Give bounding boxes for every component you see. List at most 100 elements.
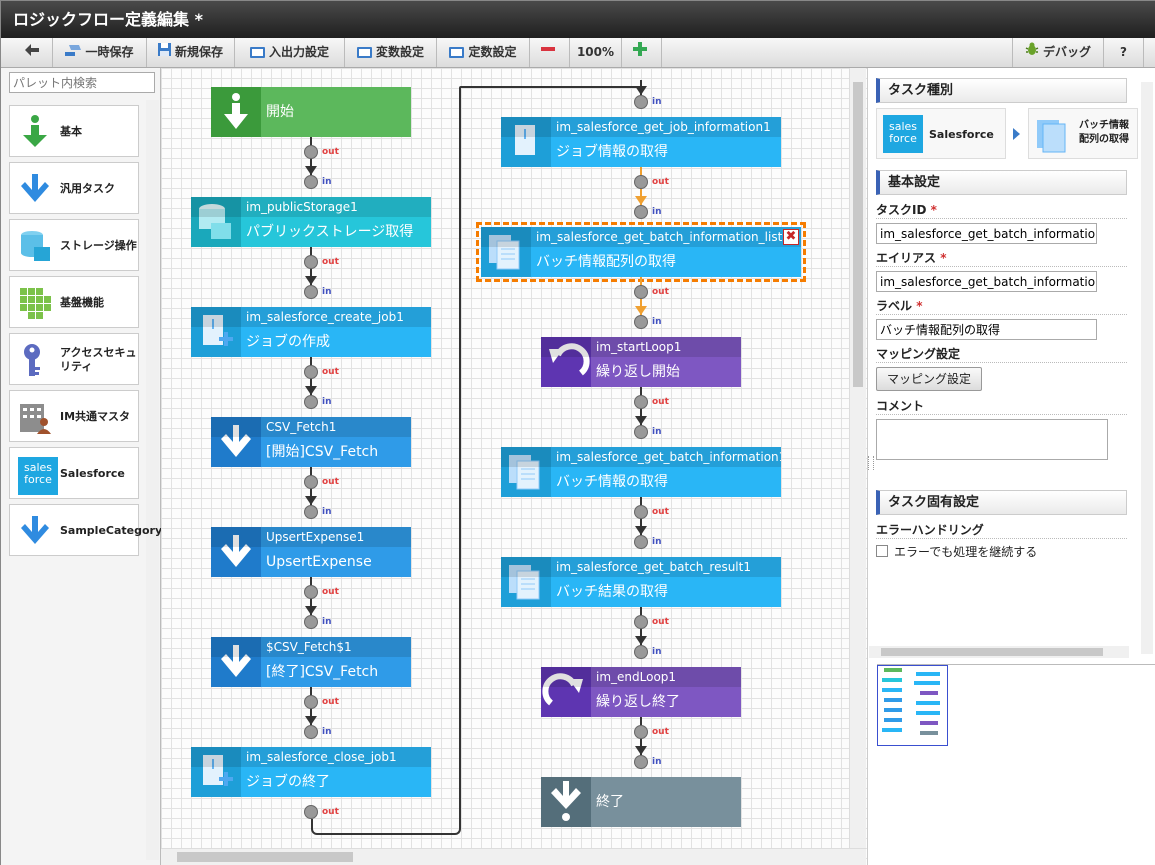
in-port[interactable]: [634, 95, 648, 109]
in-port-label: in: [652, 317, 662, 327]
in-port-label: in: [652, 427, 662, 437]
const-settings-button[interactable]: 定数設定: [437, 38, 530, 67]
in-port[interactable]: [634, 755, 648, 769]
toolbar: 一時保存 新規保存 入出力設定 変数設定 定数設定 100% デバッグ ?: [1, 38, 1155, 68]
in-port[interactable]: [304, 395, 318, 409]
canvas-vertical-scroll-thumb[interactable]: [853, 82, 863, 387]
in-port-label: in: [322, 287, 332, 297]
in-port-label: in: [322, 397, 332, 407]
flow-node-n7[interactable]: im_salesforce_get_job_information1 ジョブ情報の…: [501, 117, 781, 167]
flow-node-n5[interactable]: $CSV_Fetch$1 [終了]CSV_Fetch: [211, 637, 411, 687]
flow-node-n10[interactable]: im_salesforce_get_batch_information1 バッチ情…: [501, 447, 781, 497]
in-port[interactable]: [304, 505, 318, 519]
palette-item--[interactable]: アクセスセキュリティ: [9, 333, 139, 385]
out-port[interactable]: [304, 585, 318, 599]
var-settings-button[interactable]: 変数設定: [345, 38, 437, 67]
flow-node-start[interactable]: 開始: [211, 87, 411, 137]
palette-search-input[interactable]: [9, 72, 155, 93]
out-port[interactable]: [304, 255, 318, 269]
out-port-label: out: [322, 587, 339, 597]
continue-on-error-option[interactable]: エラーでも処理を継続する: [876, 543, 1037, 559]
zoom-level: 100%: [570, 38, 622, 67]
flow-node-id: im_salesforce_create_job1: [191, 307, 431, 327]
palette-item-label: Salesforce: [60, 467, 125, 480]
close-icon[interactable]: ✖: [783, 229, 799, 245]
in-port[interactable]: [634, 205, 648, 219]
flow-node-label: ジョブの終了: [246, 774, 330, 790]
palette-item--[interactable]: 汎用タスク: [9, 162, 139, 214]
palette-item-salesforce[interactable]: sales force Salesforce: [9, 447, 139, 499]
alias-field[interactable]: [876, 271, 1097, 292]
back-button[interactable]: [15, 38, 53, 67]
palette-scrollbar[interactable]: [146, 100, 159, 860]
flow-node-n3[interactable]: CSV_Fetch1 [開始]CSV_Fetch: [211, 417, 411, 467]
out-port[interactable]: [634, 285, 648, 299]
palette-item-samplecategory[interactable]: SampleCategory: [9, 504, 162, 556]
out-port[interactable]: [634, 175, 648, 189]
minimap[interactable]: [877, 664, 1155, 864]
out-port[interactable]: [634, 505, 648, 519]
flow-node-n8[interactable]: im_salesforce_get_batch_information_list…: [476, 222, 806, 282]
flow-node-end[interactable]: 終了: [541, 777, 741, 827]
io-settings-button[interactable]: 入出力設定: [235, 38, 345, 67]
temp-save-button[interactable]: 一時保存: [53, 38, 147, 67]
minimap-viewport[interactable]: [877, 665, 948, 746]
out-port[interactable]: [304, 475, 318, 489]
out-port[interactable]: [634, 725, 648, 739]
palette-item--[interactable]: ストレージ操作: [9, 219, 139, 271]
out-port[interactable]: [304, 805, 318, 819]
minus-icon: [540, 38, 555, 67]
in-port[interactable]: [304, 615, 318, 629]
continue-on-error-checkbox[interactable]: [876, 545, 888, 557]
out-port[interactable]: [304, 365, 318, 379]
out-port[interactable]: [304, 695, 318, 709]
help-button[interactable]: ?: [1104, 38, 1144, 67]
out-port[interactable]: [634, 615, 648, 629]
flow-node-n4[interactable]: UpsertExpense1 UpsertExpense: [211, 527, 411, 577]
out-port[interactable]: [304, 145, 318, 159]
in-port[interactable]: [304, 725, 318, 739]
task-id-field[interactable]: [876, 223, 1097, 244]
out-port-label: out: [652, 507, 669, 517]
flow-canvas[interactable]: 開始 im_publicStorage1 パブリックストレージ取得 im_salesf…: [161, 68, 867, 865]
zoom-out-button[interactable]: [530, 38, 570, 67]
props-horizontal-scrollbar[interactable]: [869, 646, 1129, 658]
panel-resize-handle[interactable]: [868, 456, 874, 470]
in-port-label: in: [322, 177, 332, 187]
comment-field[interactable]: [876, 419, 1108, 460]
flow-node-id: im_salesforce_get_batch_information_list…: [481, 227, 801, 247]
out-port-label: out: [322, 477, 339, 487]
connector-arrow-icon: [305, 496, 317, 505]
palette-item--[interactable]: 基本: [9, 105, 139, 157]
in-port[interactable]: [634, 425, 648, 439]
flow-node-n2[interactable]: im_salesforce_create_job1 ジョブの作成: [191, 307, 431, 357]
in-port[interactable]: [304, 285, 318, 299]
flow-node-n6[interactable]: im_salesforce_close_job1 ジョブの終了: [191, 747, 431, 797]
canvas-horizontal-scrollbar[interactable]: [161, 848, 866, 865]
debug-button[interactable]: デバッグ: [1012, 38, 1104, 67]
label-field[interactable]: [876, 319, 1097, 340]
flow-node-n12[interactable]: im_endLoop1 繰り返し終了: [541, 667, 741, 717]
batch-doc-icon: [1037, 120, 1066, 153]
in-port-label: in: [322, 507, 332, 517]
in-port[interactable]: [634, 535, 648, 549]
in-port[interactable]: [634, 315, 648, 329]
flow-node-n1[interactable]: im_publicStorage1 パブリックストレージ取得: [191, 197, 431, 247]
storage-icon: [18, 229, 52, 263]
props-vertical-scrollbar[interactable]: [1141, 82, 1153, 654]
palette-item-im-[interactable]: IM共通マスタ: [9, 390, 139, 442]
out-port[interactable]: [634, 395, 648, 409]
in-port-label: in: [322, 727, 332, 737]
in-port[interactable]: [304, 175, 318, 189]
in-port[interactable]: [634, 645, 648, 659]
canvas-horizontal-scroll-thumb[interactable]: [177, 852, 353, 862]
palette-item--[interactable]: 基盤機能: [9, 276, 139, 328]
canvas-vertical-scrollbar[interactable]: [849, 68, 866, 848]
flow-node-n9[interactable]: im_startLoop1 繰り返し開始: [541, 337, 741, 387]
new-save-button[interactable]: 新規保存: [147, 38, 235, 67]
window-title: ロジックフロー定義編集 *: [1, 1, 1155, 38]
zoom-in-button[interactable]: [622, 38, 662, 67]
label-label: ラベル *: [876, 299, 923, 313]
mapping-settings-button[interactable]: マッピング設定: [876, 367, 982, 391]
flow-node-n11[interactable]: im_salesforce_get_batch_result1 バッチ結果の取得: [501, 557, 781, 607]
